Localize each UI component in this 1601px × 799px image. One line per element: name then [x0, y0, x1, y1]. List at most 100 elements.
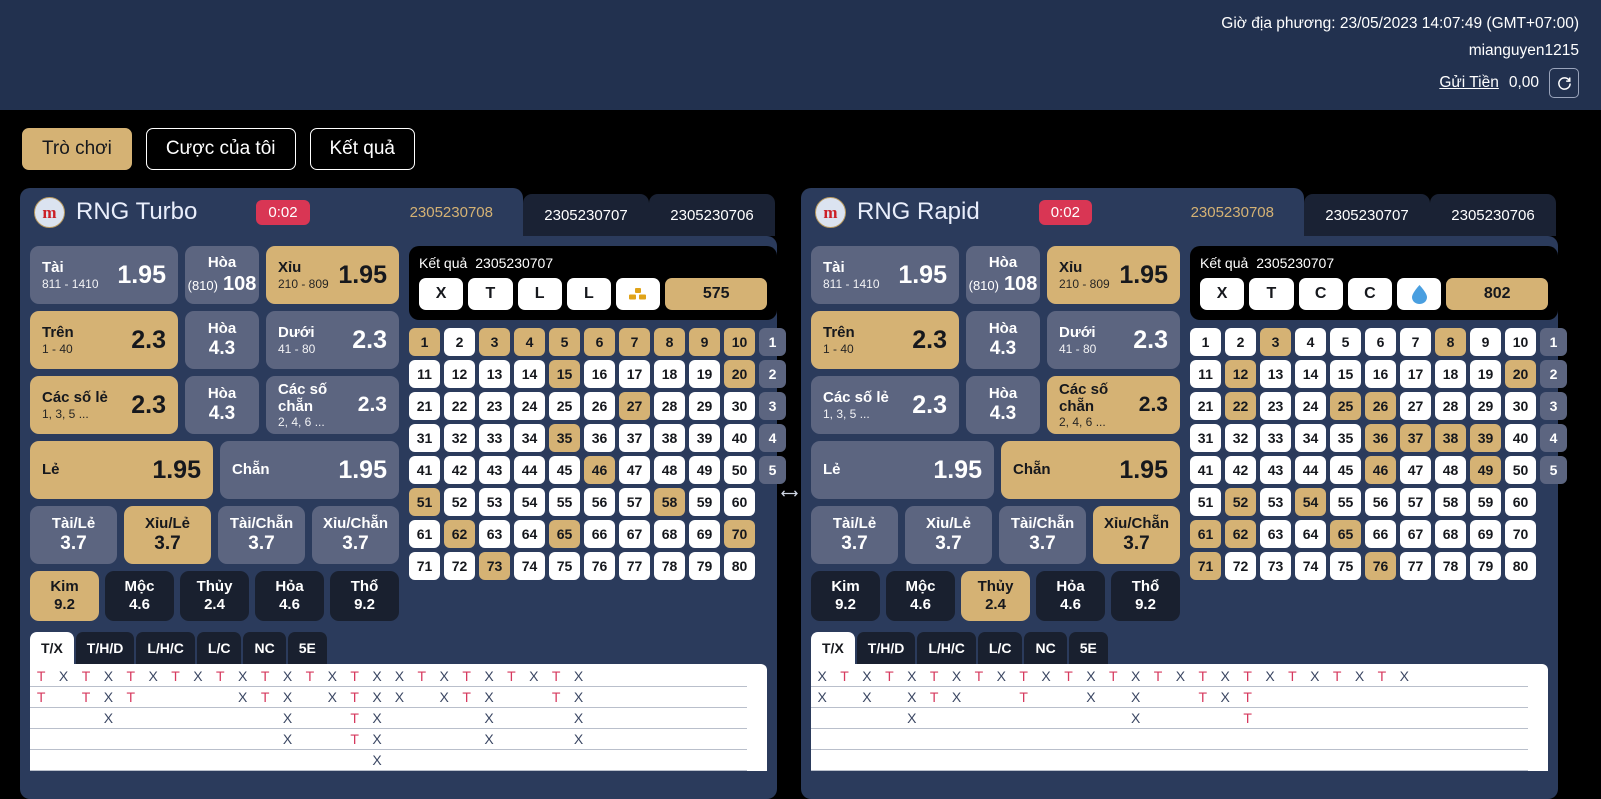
number-cell-73[interactable]: 73 [1260, 552, 1291, 580]
number-cell-16[interactable]: 16 [584, 360, 615, 388]
number-cell-46[interactable]: 46 [584, 456, 615, 484]
number-cell-18[interactable]: 18 [1435, 360, 1466, 388]
number-cell-69[interactable]: 69 [689, 520, 720, 548]
road-tab-5e[interactable]: 5E [1068, 632, 1108, 664]
number-cell-2[interactable]: 2 [444, 328, 475, 356]
number-cell-41[interactable]: 41 [409, 456, 440, 484]
bet-cell-duoi[interactable]: Dưới 41 - 80 2.3 [266, 311, 399, 369]
number-cell-48[interactable]: 48 [1435, 456, 1466, 484]
element-bet-kim[interactable]: Kim 9.2 [811, 571, 880, 621]
number-cell-4[interactable]: 4 [1295, 328, 1326, 356]
number-cell-28[interactable]: 28 [1435, 392, 1466, 420]
number-cell-8[interactable]: 8 [654, 328, 685, 356]
number-cell-35[interactable]: 35 [1330, 424, 1361, 452]
number-cell-43[interactable]: 43 [479, 456, 510, 484]
number-cell-66[interactable]: 66 [584, 520, 615, 548]
bet-cell-hoa-810[interactable]: Hòa (810) 108 [966, 246, 1040, 304]
nav-item-my-bets[interactable]: Cược của tôi [145, 128, 296, 170]
number-cell-43[interactable]: 43 [1260, 456, 1291, 484]
road-tab-l-h-c[interactable]: L/H/C [917, 632, 976, 664]
bet-cell-chan[interactable]: Chẵn 1.95 [220, 441, 399, 499]
element-bet-hoa-element[interactable]: Hỏa 4.6 [255, 571, 324, 621]
number-cell-22[interactable]: 22 [1225, 392, 1256, 420]
number-cell-24[interactable]: 24 [514, 392, 545, 420]
number-cell-31[interactable]: 31 [1190, 424, 1221, 452]
bet-cell-hoa-oddeven[interactable]: Hòa 4.3 [185, 376, 259, 434]
number-cell-74[interactable]: 74 [514, 552, 545, 580]
number-cell-23[interactable]: 23 [1260, 392, 1291, 420]
number-cell-24[interactable]: 24 [1295, 392, 1326, 420]
number-cell-44[interactable]: 44 [514, 456, 545, 484]
number-cell-52[interactable]: 52 [444, 488, 475, 516]
bet-cell-cac-so-le[interactable]: Các số lẻ 1, 3, 5 ... 2.3 [811, 376, 959, 434]
number-cell-37[interactable]: 37 [619, 424, 650, 452]
number-cell-54[interactable]: 54 [514, 488, 545, 516]
number-cell-55[interactable]: 55 [1330, 488, 1361, 516]
number-cell-50[interactable]: 50 [724, 456, 755, 484]
number-cell-30[interactable]: 30 [1505, 392, 1536, 420]
number-cell-19[interactable]: 19 [689, 360, 720, 388]
number-cell-1[interactable]: 1 [409, 328, 440, 356]
number-cell-57[interactable]: 57 [619, 488, 650, 516]
element-bet-thuy[interactable]: Thủy 2.4 [961, 571, 1030, 621]
bet-cell-xiu[interactable]: Xỉu 210 - 809 1.95 [266, 246, 399, 304]
number-cell-10[interactable]: 10 [1505, 328, 1536, 356]
number-cell-59[interactable]: 59 [689, 488, 720, 516]
number-cell-55[interactable]: 55 [549, 488, 580, 516]
number-cell-17[interactable]: 17 [619, 360, 650, 388]
number-cell-58[interactable]: 58 [1435, 488, 1466, 516]
number-cell-68[interactable]: 68 [654, 520, 685, 548]
number-cell-56[interactable]: 56 [1365, 488, 1396, 516]
number-cell-61[interactable]: 61 [409, 520, 440, 548]
number-cell-14[interactable]: 14 [514, 360, 545, 388]
road-tab-t-x[interactable]: T/X [30, 632, 74, 664]
round-tab-2305230707[interactable]: 2305230707 [523, 194, 649, 236]
number-cell-78[interactable]: 78 [1435, 552, 1466, 580]
number-cell-62[interactable]: 62 [444, 520, 475, 548]
road-tab-l-c[interactable]: L/C [196, 632, 242, 664]
number-cell-71[interactable]: 71 [1190, 552, 1221, 580]
element-bet-tho[interactable]: Thổ 9.2 [330, 571, 399, 621]
number-cell-6[interactable]: 6 [1365, 328, 1396, 356]
number-cell-63[interactable]: 63 [479, 520, 510, 548]
number-cell-30[interactable]: 30 [724, 392, 755, 420]
number-cell-54[interactable]: 54 [1295, 488, 1326, 516]
number-cell-42[interactable]: 42 [1225, 456, 1256, 484]
bet-cell-tai-le[interactable]: Tài/Lẻ 3.7 [811, 506, 898, 564]
number-cell-27[interactable]: 27 [1400, 392, 1431, 420]
number-cell-26[interactable]: 26 [1365, 392, 1396, 420]
bet-cell-cac-so-chan[interactable]: Các số chẵn 2, 4, 6 ... 2.3 [1047, 376, 1180, 434]
number-cell-4[interactable]: 4 [514, 328, 545, 356]
bet-cell-hoa-mid[interactable]: Hòa 4.3 [966, 311, 1040, 369]
element-bet-thuy[interactable]: Thủy 2.4 [180, 571, 249, 621]
number-cell-38[interactable]: 38 [654, 424, 685, 452]
number-cell-45[interactable]: 45 [549, 456, 580, 484]
number-cell-68[interactable]: 68 [1435, 520, 1466, 548]
number-cell-32[interactable]: 32 [444, 424, 475, 452]
number-cell-11[interactable]: 11 [409, 360, 440, 388]
number-cell-32[interactable]: 32 [1225, 424, 1256, 452]
number-cell-2[interactable]: 2 [1225, 328, 1256, 356]
bet-cell-hoa-oddeven[interactable]: Hòa 4.3 [966, 376, 1040, 434]
number-cell-18[interactable]: 18 [654, 360, 685, 388]
bet-cell-tai-le[interactable]: Tài/Lẻ 3.7 [30, 506, 117, 564]
bet-cell-le[interactable]: Lẻ 1.95 [811, 441, 994, 499]
number-cell-76[interactable]: 76 [584, 552, 615, 580]
number-cell-40[interactable]: 40 [724, 424, 755, 452]
number-cell-72[interactable]: 72 [444, 552, 475, 580]
number-cell-10[interactable]: 10 [724, 328, 755, 356]
bet-cell-chan[interactable]: Chẵn 1.95 [1001, 441, 1180, 499]
number-cell-25[interactable]: 25 [1330, 392, 1361, 420]
number-cell-49[interactable]: 49 [689, 456, 720, 484]
number-cell-69[interactable]: 69 [1470, 520, 1501, 548]
deposit-link[interactable]: Gửi Tiền [1439, 74, 1498, 92]
bet-cell-tai[interactable]: Tài 811 - 1410 1.95 [30, 246, 178, 304]
number-cell-40[interactable]: 40 [1505, 424, 1536, 452]
number-cell-53[interactable]: 53 [479, 488, 510, 516]
bet-cell-tai-chan[interactable]: Tài/Chẵn 3.7 [218, 506, 305, 564]
number-cell-41[interactable]: 41 [1190, 456, 1221, 484]
number-cell-77[interactable]: 77 [1400, 552, 1431, 580]
road-tab-5e[interactable]: 5E [287, 632, 327, 664]
number-cell-67[interactable]: 67 [619, 520, 650, 548]
bet-cell-tai-chan[interactable]: Tài/Chẵn 3.7 [999, 506, 1086, 564]
